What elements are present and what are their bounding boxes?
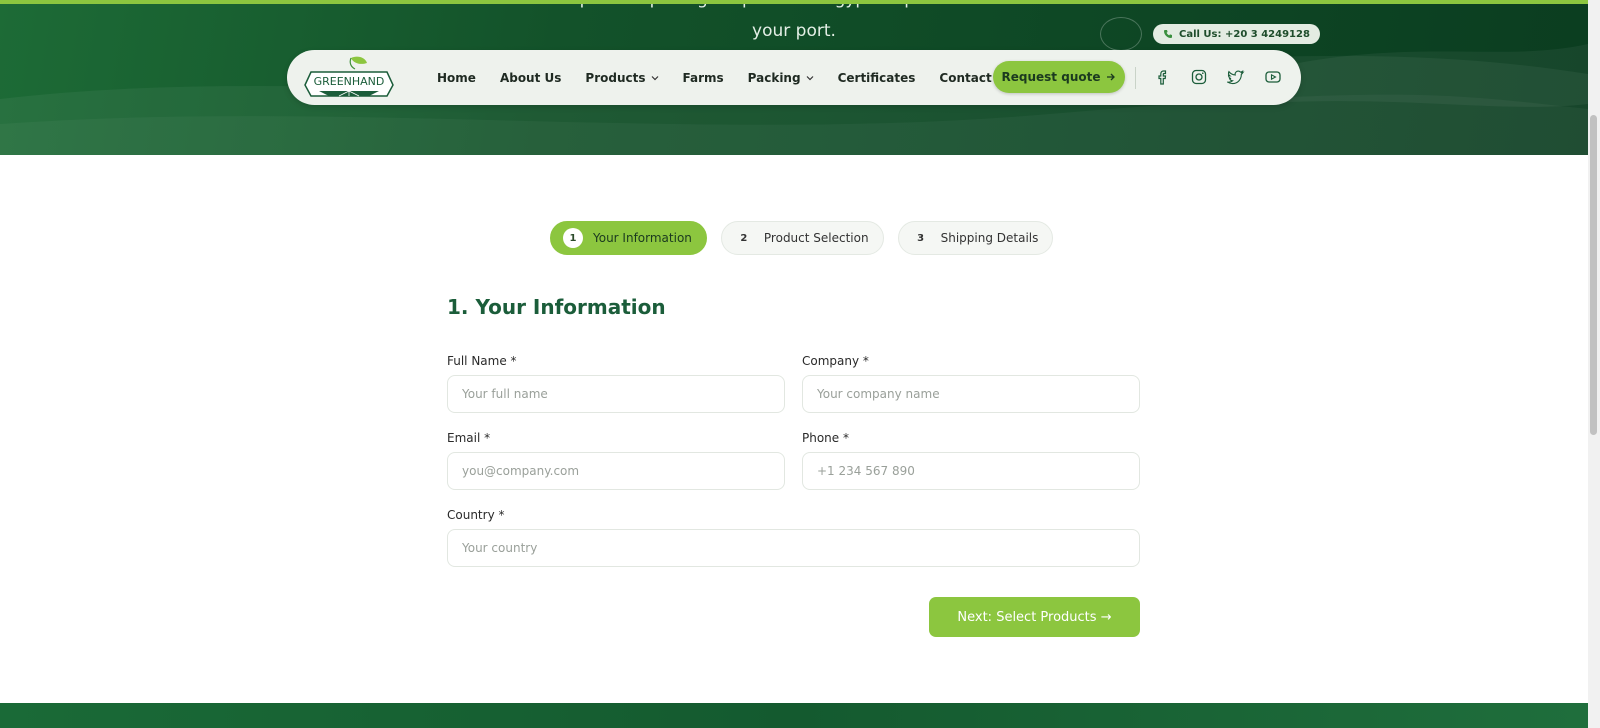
step-label: Shipping Details xyxy=(940,231,1039,245)
step-number: 2 xyxy=(740,232,748,244)
step-number: 3 xyxy=(917,232,925,244)
full-name-label: Full Name * xyxy=(447,354,517,368)
nav-menu: Home About Us Products Farms Packing Cer… xyxy=(437,50,1016,105)
hero-subtitle-line1: Get competitive pricing for premium Egyp… xyxy=(0,4,1588,14)
page-scrollbar[interactable] xyxy=(1588,0,1600,728)
phone-label: Phone * xyxy=(802,431,849,445)
call-us-button[interactable]: Call Us: +20 3 4249128 xyxy=(1153,24,1320,44)
arrow-right-icon xyxy=(1107,73,1116,81)
scrollbar-thumb[interactable] xyxy=(1590,115,1597,435)
youtube-icon[interactable] xyxy=(1264,68,1282,86)
chevron-down-icon xyxy=(806,75,814,80)
footer-banner xyxy=(0,703,1588,728)
nav-home[interactable]: Home xyxy=(437,71,476,85)
step-label: Product Selection xyxy=(763,231,869,245)
company-label: Company * xyxy=(802,354,869,368)
quote-stepper: 1 Your Information 2 Product Selection 3… xyxy=(550,221,1054,255)
nav-certificates[interactable]: Certificates xyxy=(838,71,916,85)
email-label: Email * xyxy=(447,431,491,445)
call-us-label: Call Us: +20 3 4249128 xyxy=(1179,28,1310,40)
instagram-icon[interactable] xyxy=(1190,68,1208,86)
facebook-icon[interactable] xyxy=(1153,68,1171,86)
request-quote-button[interactable]: Request quote xyxy=(993,61,1125,93)
phone-icon xyxy=(1164,30,1172,38)
nav-about-us[interactable]: About Us xyxy=(500,71,561,85)
nav-divider xyxy=(1135,67,1136,89)
company-input[interactable] xyxy=(802,375,1140,413)
whatsapp-icon[interactable] xyxy=(1100,17,1142,51)
step-label: Your Information xyxy=(593,231,692,245)
logo-text: GREENHAND xyxy=(314,75,385,88)
greenhand-logo[interactable]: GREENHAND xyxy=(299,55,399,101)
email-input[interactable] xyxy=(447,452,785,490)
nav-products[interactable]: Products xyxy=(585,71,658,85)
hero-subtitle-line2: your port. xyxy=(752,21,836,41)
main-navbar: GREENHAND Home About Us Products Farms P… xyxy=(287,50,1301,105)
request-quote-label: Request quote xyxy=(1001,70,1101,84)
next-select-products-button[interactable]: Next: Select Products → xyxy=(929,597,1140,637)
step-number: 1 xyxy=(563,228,583,248)
twitter-icon[interactable] xyxy=(1227,68,1245,86)
step-product-selection[interactable]: 2 Product Selection xyxy=(720,221,884,255)
country-input[interactable] xyxy=(447,529,1140,567)
step-shipping-details[interactable]: 3 Shipping Details xyxy=(897,221,1054,255)
full-name-input[interactable] xyxy=(447,375,785,413)
nav-farms[interactable]: Farms xyxy=(683,71,724,85)
page: Get competitive pricing for premium Egyp… xyxy=(0,0,1600,728)
chevron-down-icon xyxy=(651,75,658,80)
country-label: Country * xyxy=(447,508,505,522)
nav-packing[interactable]: Packing xyxy=(748,71,814,85)
step-your-information[interactable]: 1 Your Information xyxy=(550,221,707,255)
nav-contact[interactable]: Contact xyxy=(939,71,991,85)
form-section-title: 1. Your Information xyxy=(447,295,666,319)
phone-input[interactable] xyxy=(802,452,1140,490)
